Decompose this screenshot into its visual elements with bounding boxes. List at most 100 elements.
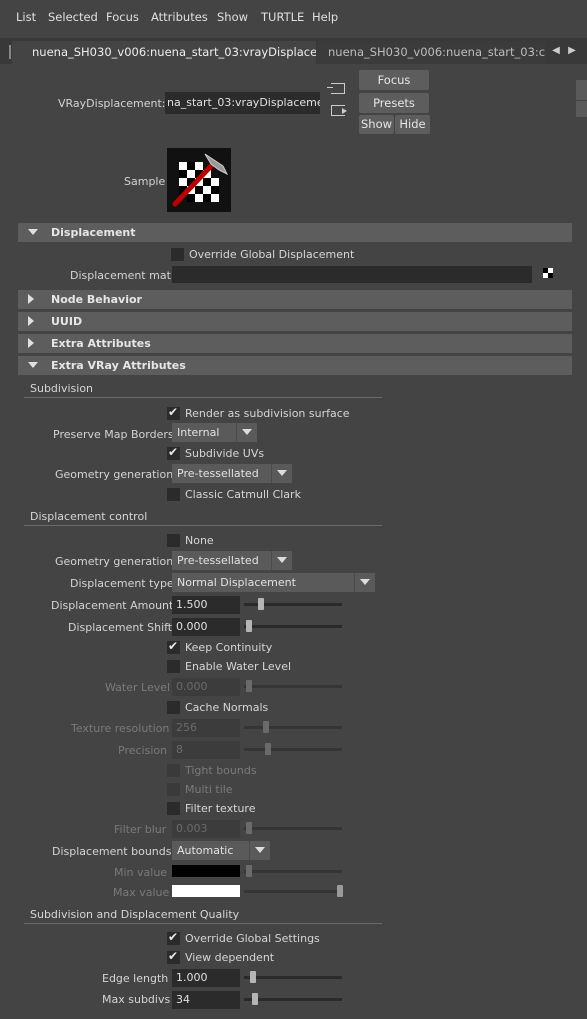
side-strip-2	[576, 101, 587, 117]
render-subdiv-checkbox[interactable]: ✔	[167, 405, 180, 420]
chevron-down-icon	[236, 423, 257, 442]
chevron-down-icon	[271, 464, 292, 483]
override-global-displacement-label: Override Global Displacement	[189, 248, 355, 261]
multi-tile-label: Multi tile	[185, 783, 233, 796]
load-output-icon[interactable]	[331, 105, 347, 116]
edge-length-label: Edge length	[102, 972, 169, 985]
max-value-slider[interactable]	[244, 890, 342, 893]
tab-create-node[interactable]: nuena_SH030_v006:nuena_start_03:createC	[318, 41, 546, 64]
precision-label: Precision	[118, 744, 168, 757]
override-global-settings-checkbox[interactable]: ✔	[167, 930, 180, 945]
filter-texture-checkbox[interactable]	[167, 802, 180, 815]
dc-geometry-gen-label: Geometry generation	[55, 555, 174, 568]
expand-right-icon	[28, 294, 34, 304]
min-value-color-swatch[interactable]	[172, 865, 240, 877]
precision-slider[interactable]	[244, 748, 342, 751]
max-subdivs-slider[interactable]	[244, 998, 342, 1001]
texture-resolution-slider-handle[interactable]	[263, 721, 269, 733]
section-node-behavior[interactable]: Node Behavior	[18, 290, 572, 309]
edge-length-field[interactable]: 1.000	[172, 969, 240, 987]
section-extra-vray[interactable]: Extra VRay Attributes	[18, 356, 572, 375]
preserve-borders-label: Preserve Map Borders	[53, 428, 174, 441]
tab-bar: nuena_SH030_v006:nuena_start_03:vrayDisp…	[0, 38, 587, 64]
displacement-shift-slider-handle[interactable]	[246, 620, 252, 632]
load-input-icon[interactable]	[327, 83, 345, 94]
view-dependent-checkbox[interactable]: ✔	[167, 949, 180, 964]
water-level-slider[interactable]	[244, 685, 342, 688]
keep-continuity-checkbox[interactable]: ✔	[167, 639, 180, 654]
max-subdivs-label: Max subdivs	[102, 993, 171, 1006]
preserve-borders-dropdown[interactable]: Internal	[172, 423, 257, 442]
section-extra-vray-title: Extra VRay Attributes	[51, 359, 186, 372]
expand-right-icon	[28, 338, 34, 348]
expand-right-icon	[28, 316, 34, 326]
displacement-bounds-value: Automatic	[177, 844, 234, 857]
divider	[24, 397, 382, 398]
multi-tile-checkbox[interactable]	[167, 783, 180, 796]
map-button-icon[interactable]	[543, 268, 553, 278]
displacement-bounds-dropdown[interactable]: Automatic	[172, 841, 270, 860]
override-global-displacement-checkbox[interactable]	[171, 248, 184, 261]
min-value-slider-handle[interactable]	[246, 865, 252, 877]
tight-bounds-label: Tight bounds	[185, 764, 257, 777]
sample-label: Sample	[124, 175, 166, 188]
tab-scroll-left-icon[interactable]: ◀	[550, 44, 562, 58]
focus-button[interactable]: Focus	[359, 70, 429, 90]
precision-slider-handle[interactable]	[265, 743, 271, 755]
node-name-field[interactable]: na_start_03:vrayDisplacement	[165, 92, 320, 114]
section-extra-attributes[interactable]: Extra Attributes	[18, 334, 572, 353]
displacement-amount-slider-handle[interactable]	[258, 598, 264, 610]
show-button[interactable]: Show	[359, 115, 394, 134]
section-displacement[interactable]: Displacement	[18, 223, 572, 242]
water-level-slider-handle[interactable]	[246, 680, 252, 692]
displacement-amount-field[interactable]: 1.500	[172, 596, 240, 614]
max-value-label: Max value	[113, 886, 170, 899]
filter-blur-slider-handle[interactable]	[246, 822, 252, 834]
cache-normals-checkbox[interactable]	[167, 701, 180, 714]
displacement-type-value: Normal Displacement	[177, 576, 296, 589]
displacement-amount-label: Displacement Amount	[51, 599, 174, 612]
texture-resolution-slider[interactable]	[244, 726, 342, 729]
check-icon: ✔	[168, 930, 179, 944]
hide-button[interactable]: Hide	[395, 115, 430, 134]
menu-selected[interactable]: Selected	[48, 10, 98, 24]
max-value-color-swatch[interactable]	[172, 885, 240, 897]
tight-bounds-checkbox[interactable]	[167, 764, 180, 777]
displacement-type-dropdown[interactable]: Normal Displacement	[172, 573, 375, 592]
displacement-sample-icon	[172, 153, 229, 207]
expand-down-icon	[28, 229, 38, 235]
edge-length-slider-handle[interactable]	[250, 971, 256, 983]
dc-geometry-gen-dropdown[interactable]: Pre-tessellated	[172, 551, 292, 570]
none-checkbox[interactable]	[167, 534, 180, 547]
menu-turtle[interactable]: TURTLE	[261, 10, 304, 24]
enable-water-level-checkbox[interactable]	[167, 660, 180, 673]
catmull-clark-checkbox[interactable]	[167, 488, 180, 501]
filter-blur-slider[interactable]	[244, 827, 342, 830]
displacement-shift-field[interactable]: 0.000	[172, 618, 240, 636]
section-uuid-title: UUID	[51, 315, 83, 328]
displacement-shift-slider[interactable]	[244, 625, 342, 628]
divider	[24, 923, 382, 924]
menu-show[interactable]: Show	[217, 10, 248, 24]
menu-list[interactable]: List	[16, 10, 36, 24]
presets-button[interactable]: Presets	[359, 93, 429, 113]
filter-blur-field[interactable]: 0.003	[172, 820, 240, 838]
menu-focus[interactable]: Focus	[106, 10, 139, 24]
min-value-slider[interactable]	[244, 870, 342, 873]
displacement-mat-field[interactable]	[172, 266, 532, 283]
subdivide-uvs-checkbox[interactable]: ✔	[167, 445, 180, 460]
max-value-slider-handle[interactable]	[337, 885, 343, 897]
texture-resolution-field[interactable]: 256	[172, 719, 240, 737]
section-uuid[interactable]: UUID	[18, 312, 572, 331]
max-subdivs-slider-handle[interactable]	[252, 993, 258, 1005]
water-level-field[interactable]: 0.000	[172, 678, 240, 696]
tab-vray-displacement[interactable]: nuena_SH030_v006:nuena_start_03:vrayDisp…	[12, 41, 316, 64]
precision-field[interactable]: 8	[172, 741, 240, 759]
texture-resolution-label: Texture resolution	[71, 722, 170, 735]
menu-attributes[interactable]: Attributes	[151, 10, 208, 24]
geometry-gen-dropdown[interactable]: Pre-tessellated	[172, 464, 292, 483]
menu-help[interactable]: Help	[312, 10, 338, 24]
tab-scroll-right-icon[interactable]: ▶	[566, 44, 578, 58]
max-subdivs-field[interactable]: 34	[172, 991, 240, 1009]
edge-length-slider[interactable]	[244, 976, 342, 979]
